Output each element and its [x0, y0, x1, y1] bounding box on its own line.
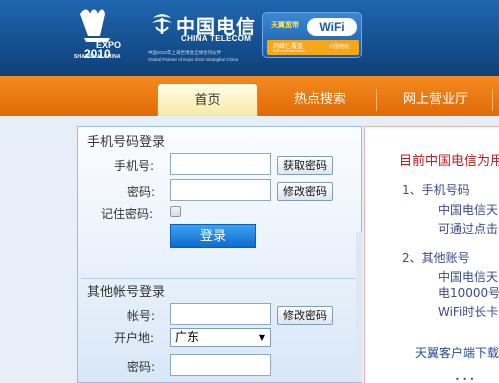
info-item1-line1: 中国电信天: [438, 203, 499, 217]
wifi-area-en: WiFi Service Area: [273, 48, 305, 53]
region-select[interactable]: 广东 ▼: [170, 328, 271, 347]
get-password-button[interactable]: 获取密码: [277, 156, 333, 175]
change-password-button[interactable]: 修改密码: [277, 182, 333, 201]
info-item1-head: 1、手机号码: [402, 183, 470, 197]
login-panel: 手机号码登录 手机号: 获取密码 密码: 修改密码 记住密码: 登录 其他帐号登…: [77, 126, 362, 383]
nav-divider: [492, 89, 493, 111]
header-banner: EXPO 2010 SHANGHAI CHINA 中国电信 CHINA TELE…: [0, 0, 499, 76]
tab-hotspot-search[interactable]: 热点搜索: [275, 83, 365, 116]
phone-login-title: 手机号码登录: [87, 135, 166, 150]
brand-name-en: CHINA TELECOM: [181, 34, 252, 43]
expo-caption: SHANGHAI CHINA: [74, 54, 121, 60]
wifi-service-badge: 天翼宽带 WiFi 网络已覆盖 WiFi Service Area 中国电信: [262, 12, 362, 58]
nav-divider: [376, 89, 377, 111]
info-item2-head: 2、其他账号: [402, 251, 470, 265]
info-item2-line1: 中国电信天: [438, 270, 499, 284]
wifi-icon: WiFi: [307, 18, 357, 36]
client-download-link[interactable]: 天翼客户端下载: [415, 344, 499, 361]
remember-password-label: 记住密码:: [101, 207, 154, 221]
wifi-mini-brand: 中国电信: [329, 44, 350, 50]
dropdown-arrow-icon: ▼: [258, 333, 265, 342]
other-login-title: 其他帐号登录: [87, 285, 166, 300]
wifi-brand: 天翼宽带: [271, 21, 299, 29]
other-password-label: 密码:: [127, 360, 156, 374]
partner-line-en: Global Partner of Expo 2010 Shanghai Chi…: [148, 57, 239, 62]
region-label: 开户地:: [114, 331, 155, 345]
region-selected-value: 广东: [175, 330, 200, 344]
account-input[interactable]: [170, 303, 271, 325]
info-item2-line2: 电10000号查: [438, 286, 499, 300]
phone-number-input[interactable]: [170, 153, 271, 175]
more-indicator: • • •: [455, 375, 475, 383]
info-item2-line3: WiFi时长卡: [438, 305, 499, 319]
china-telecom-logo-icon: [152, 14, 172, 34]
other-change-password-button[interactable]: 修改密码: [277, 306, 333, 325]
info-title: 目前中国电信为用: [399, 154, 499, 169]
info-panel: 目前中国电信为用 1、手机号码 中国电信天 可通过点击 2、其他账号 中国电信天…: [364, 126, 499, 383]
password-label: 密码:: [127, 185, 156, 199]
account-label: 帐号:: [127, 309, 156, 323]
panel-scrollbar[interactable]: [356, 232, 362, 382]
info-item1-line2: 可通过点击: [438, 222, 499, 236]
wifi-area-strip: 网络已覆盖 WiFi Service Area 中国电信: [267, 40, 359, 55]
main-nav: 首页 热点搜索 网上营业厅: [0, 76, 499, 116]
section-divider: [81, 278, 355, 279]
tab-online-service-hall[interactable]: 网上营业厅: [388, 83, 483, 116]
other-password-input[interactable]: [170, 354, 271, 376]
partner-line-cn: 中国2010年上海世博会全球合作伙伴: [148, 50, 222, 55]
login-button[interactable]: 登录: [170, 224, 256, 248]
tab-home[interactable]: 首页: [157, 83, 258, 116]
wifi-badge-top: 天翼宽带 WiFi: [267, 17, 359, 37]
phone-label: 手机号:: [114, 159, 155, 173]
phone-password-input[interactable]: [170, 179, 271, 201]
remember-password-checkbox[interactable]: [170, 206, 181, 217]
